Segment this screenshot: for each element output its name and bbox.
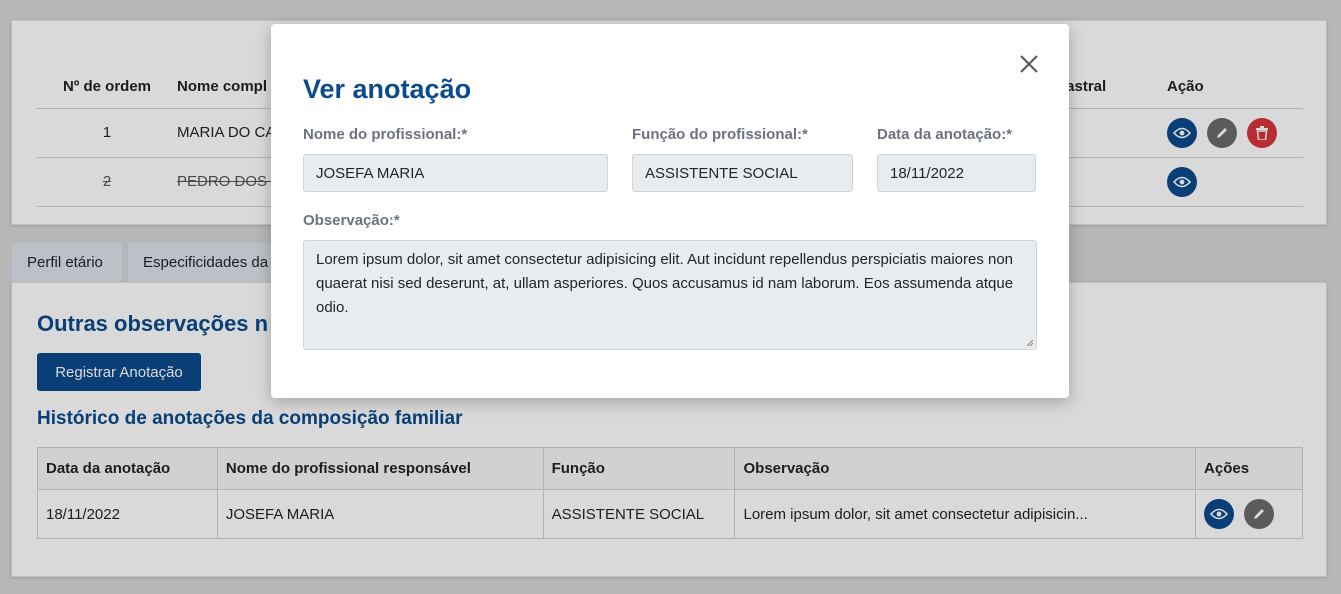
view-annotation-modal: Ver anotação Nome do profissional:* JOSE… [271,24,1069,398]
date-label: Data da anotação:* [877,126,1013,143]
observation-label: Observação:* [303,212,400,229]
observation-text: Lorem ipsum dolor, sit amet consectetur … [316,251,1014,316]
close-icon[interactable] [1015,50,1043,78]
page: Nº de ordem Nome compl dastral Ação 1 MA… [0,0,1341,594]
resize-grip-icon[interactable] [1026,339,1034,347]
date-field[interactable]: 18/11/2022 [877,154,1036,192]
prof-role-label: Função do profissional:* [632,126,808,143]
observation-textarea[interactable]: Lorem ipsum dolor, sit amet consectetur … [303,240,1037,350]
prof-role-field[interactable]: ASSISTENTE SOCIAL [632,154,853,192]
modal-title: Ver anotação [303,74,472,104]
prof-name-label: Nome do profissional:* [303,126,468,143]
prof-name-field[interactable]: JOSEFA MARIA [303,154,608,192]
